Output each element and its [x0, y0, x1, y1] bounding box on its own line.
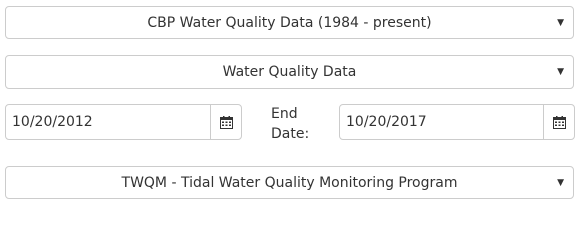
end-date-value: 10/20/2017	[346, 114, 427, 130]
program-select-value: TWQM - Tidal Water Quality Monitoring Pr…	[121, 174, 458, 191]
end-date-calendar-button[interactable]	[543, 105, 574, 139]
calendar-icon	[552, 115, 566, 129]
caret-down-icon: ▼	[557, 177, 564, 188]
caret-down-icon: ▼	[557, 67, 564, 77]
calendar-icon	[219, 115, 233, 129]
data-type-select[interactable]: Water Quality Data ▼	[5, 55, 574, 89]
data-type-select-value: Water Quality Data	[222, 64, 357, 80]
caret-down-icon: ▼	[557, 17, 564, 28]
database-select-value: CBP Water Quality Data (1984 - present)	[147, 14, 432, 31]
end-date-field[interactable]: 10/20/2017	[339, 104, 575, 140]
start-date-calendar-button[interactable]	[210, 105, 241, 139]
database-select[interactable]: CBP Water Quality Data (1984 - present) …	[5, 6, 574, 39]
start-date-field[interactable]: 10/20/2012	[5, 104, 242, 140]
program-select[interactable]: TWQM - Tidal Water Quality Monitoring Pr…	[5, 166, 574, 199]
end-date-label: End Date:	[271, 106, 310, 142]
start-date-value: 10/20/2012	[12, 114, 93, 130]
